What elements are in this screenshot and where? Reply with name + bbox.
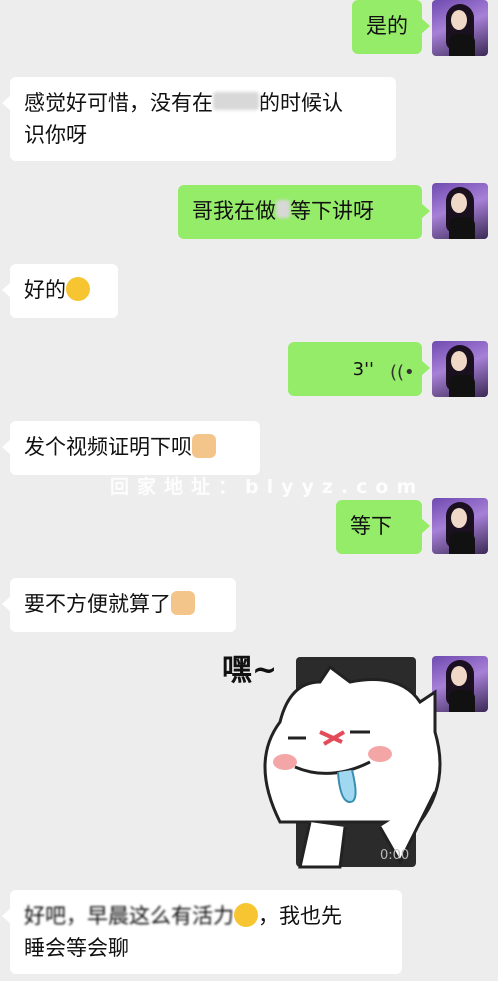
redacted-text	[276, 200, 290, 218]
received-message[interactable]: 要不方便就算了	[2, 578, 236, 632]
received-message[interactable]: 好吧，早晨这么有活力 ，我也先 睡会等会聊	[2, 890, 402, 974]
message-text: 等下	[350, 514, 392, 538]
voice-wave-icon: ((•	[390, 362, 415, 383]
laughing-emoji-icon	[66, 277, 90, 301]
doge-emoji-icon	[192, 434, 216, 458]
received-message[interactable]: 发个视频证明下呗	[2, 421, 260, 475]
message-text: 好的	[24, 278, 66, 302]
voice-duration: 3''	[352, 359, 374, 380]
user-avatar[interactable]	[432, 183, 488, 239]
sticker-time: 0:00	[380, 848, 410, 863]
message-text: 发个视频证明下呗	[24, 435, 192, 459]
cat-sticker-icon	[263, 664, 442, 869]
watermark: 回家地址：blyyz.com	[110, 476, 425, 498]
message-text: 要不方便就算了	[24, 592, 171, 616]
user-avatar[interactable]	[432, 341, 488, 397]
message-text: 等下讲呀	[290, 199, 374, 223]
message-text: 感觉好可惜，没有在	[24, 91, 213, 115]
message-text: 是的	[366, 14, 408, 38]
message-text: 哥我在做	[192, 199, 276, 223]
message-text: 的时候认	[259, 91, 343, 115]
sent-message[interactable]: 等下	[336, 500, 430, 554]
message-text: 睡会等会聊	[24, 936, 129, 960]
message-text: 早晨这么有活力	[87, 904, 234, 928]
voice-message[interactable]: 3'' ((•	[288, 342, 430, 396]
user-avatar[interactable]	[432, 498, 488, 554]
message-text: 识你呀	[24, 123, 87, 147]
message-text: ，我也先	[258, 904, 342, 928]
sent-message[interactable]: 是的	[352, 0, 430, 54]
doge-emoji-icon	[171, 591, 195, 615]
redacted-text	[213, 92, 259, 110]
received-message[interactable]: 感觉好可惜，没有在 的时候认 识你呀	[2, 77, 396, 161]
received-message[interactable]: 好的	[2, 264, 118, 318]
message-text: 好吧，	[24, 904, 87, 928]
user-avatar[interactable]	[432, 0, 488, 56]
sent-message[interactable]: 哥我在做 等下讲呀	[178, 185, 430, 239]
laughing-emoji-icon	[234, 903, 258, 927]
